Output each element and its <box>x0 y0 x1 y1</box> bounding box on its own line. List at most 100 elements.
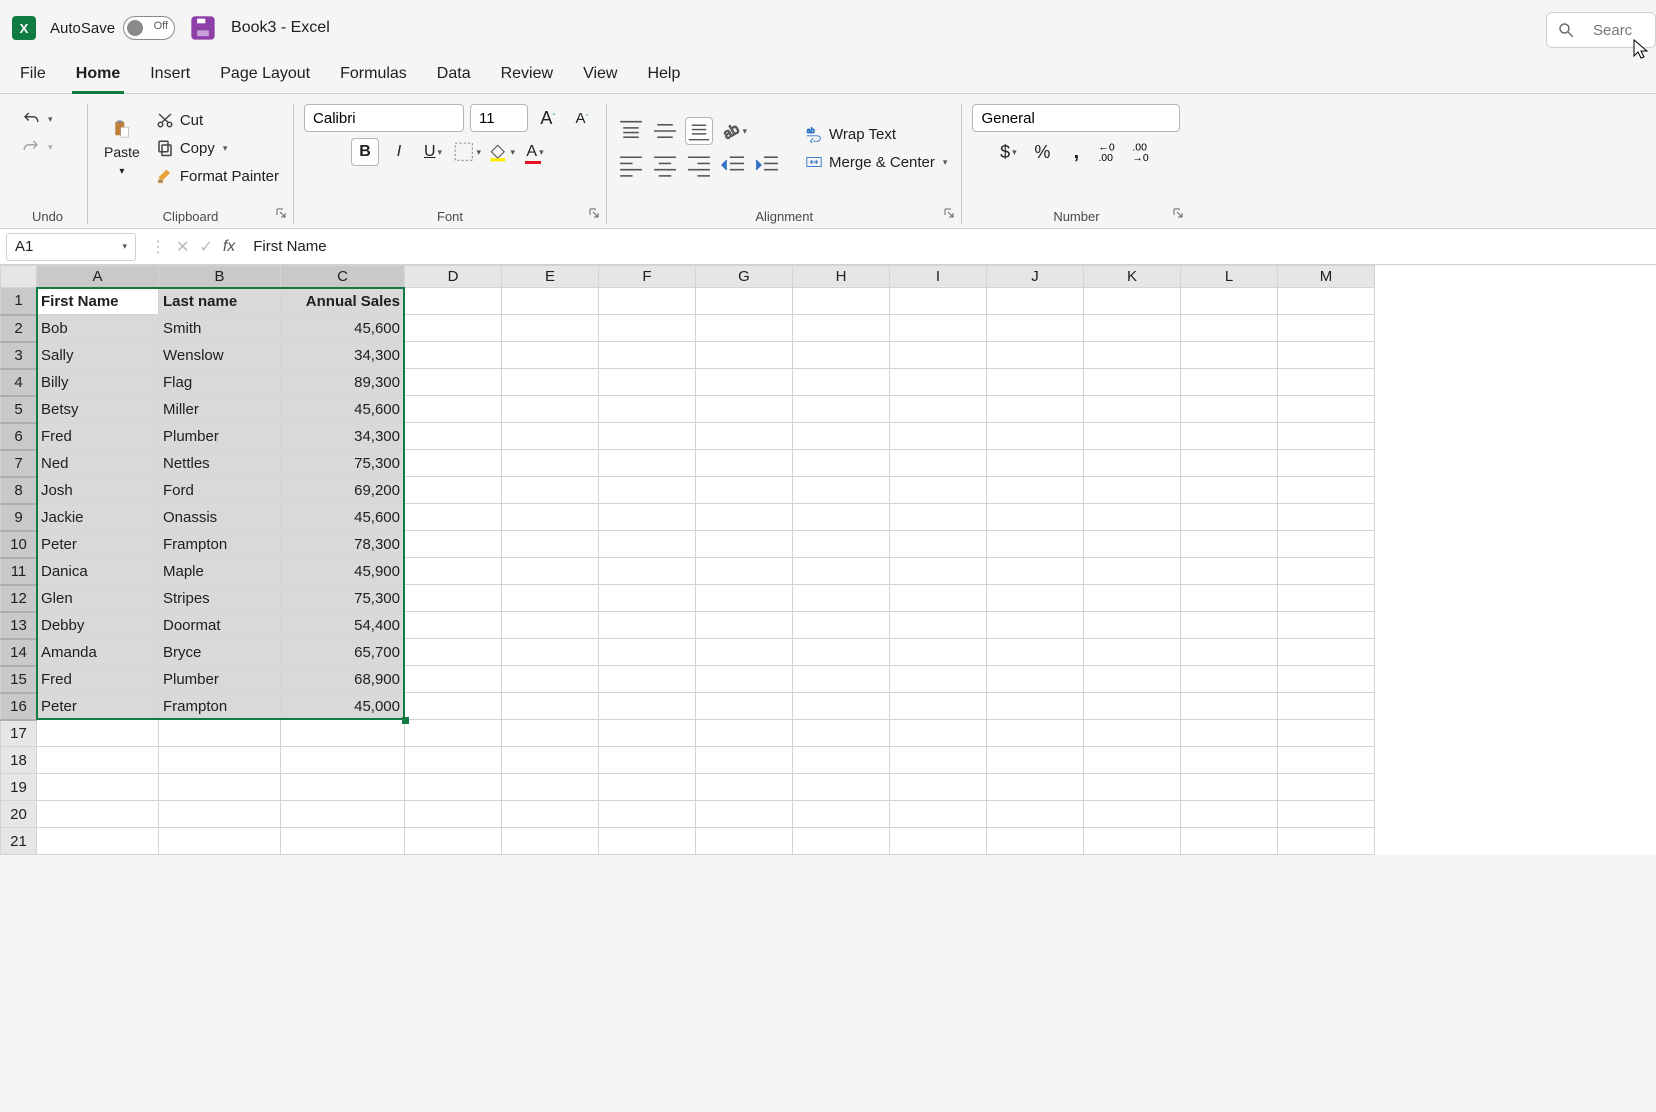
cell-E20[interactable] <box>502 801 599 828</box>
col-header-M[interactable]: M <box>1278 266 1375 288</box>
cell-E17[interactable] <box>502 720 599 747</box>
cell-M1[interactable] <box>1278 288 1375 315</box>
cell-J14[interactable] <box>987 639 1084 666</box>
cell-D3[interactable] <box>405 342 502 369</box>
cell-A2[interactable]: Bob <box>37 315 159 342</box>
align-middle-button[interactable] <box>651 117 679 145</box>
cell-M17[interactable] <box>1278 720 1375 747</box>
cell-J19[interactable] <box>987 774 1084 801</box>
cell-J2[interactable] <box>987 315 1084 342</box>
cell-L5[interactable] <box>1181 396 1278 423</box>
cell-F9[interactable] <box>599 504 696 531</box>
tab-insert[interactable]: Insert <box>146 61 194 93</box>
cell-C1[interactable]: Annual Sales <box>281 288 405 315</box>
cell-B9[interactable]: Onassis <box>159 504 281 531</box>
cell-D11[interactable] <box>405 558 502 585</box>
cell-J4[interactable] <box>987 369 1084 396</box>
cell-A12[interactable]: Glen <box>37 585 159 612</box>
cell-I6[interactable] <box>890 423 987 450</box>
cell-A14[interactable]: Amanda <box>37 639 159 666</box>
cell-A4[interactable]: Billy <box>37 369 159 396</box>
cell-J5[interactable] <box>987 396 1084 423</box>
col-header-E[interactable]: E <box>502 266 599 288</box>
row-header-16[interactable]: 16 <box>1 693 37 720</box>
cell-A20[interactable] <box>37 801 159 828</box>
enter-formula-icon[interactable]: ✓ <box>199 237 212 257</box>
tab-review[interactable]: Review <box>497 61 557 93</box>
cell-L10[interactable] <box>1181 531 1278 558</box>
cell-E11[interactable] <box>502 558 599 585</box>
row-header-21[interactable]: 21 <box>1 828 37 855</box>
cell-G10[interactable] <box>696 531 793 558</box>
formula-input[interactable]: First Name <box>243 238 1656 255</box>
cell-G20[interactable] <box>696 801 793 828</box>
row-header-18[interactable]: 18 <box>1 747 37 774</box>
row-header-2[interactable]: 2 <box>1 315 37 342</box>
cell-G7[interactable] <box>696 450 793 477</box>
col-header-D[interactable]: D <box>405 266 502 288</box>
cell-K17[interactable] <box>1084 720 1181 747</box>
cell-K7[interactable] <box>1084 450 1181 477</box>
cell-F12[interactable] <box>599 585 696 612</box>
cell-D15[interactable] <box>405 666 502 693</box>
cell-K4[interactable] <box>1084 369 1181 396</box>
cell-B17[interactable] <box>159 720 281 747</box>
cell-L15[interactable] <box>1181 666 1278 693</box>
cell-K15[interactable] <box>1084 666 1181 693</box>
cell-G6[interactable] <box>696 423 793 450</box>
cell-M13[interactable] <box>1278 612 1375 639</box>
tab-file[interactable]: File <box>16 61 50 93</box>
cell-B18[interactable] <box>159 747 281 774</box>
cell-D12[interactable] <box>405 585 502 612</box>
cell-F3[interactable] <box>599 342 696 369</box>
cell-I15[interactable] <box>890 666 987 693</box>
cell-L18[interactable] <box>1181 747 1278 774</box>
cell-L7[interactable] <box>1181 450 1278 477</box>
cell-A16[interactable]: Peter <box>37 693 159 720</box>
cell-B20[interactable] <box>159 801 281 828</box>
cell-A9[interactable]: Jackie <box>37 504 159 531</box>
cell-C16[interactable]: 45,000 <box>281 693 405 720</box>
cell-M21[interactable] <box>1278 828 1375 855</box>
row-header-8[interactable]: 8 <box>1 477 37 504</box>
cell-I4[interactable] <box>890 369 987 396</box>
row-header-6[interactable]: 6 <box>1 423 37 450</box>
cell-F2[interactable] <box>599 315 696 342</box>
cell-M9[interactable] <box>1278 504 1375 531</box>
col-header-J[interactable]: J <box>987 266 1084 288</box>
cell-H18[interactable] <box>793 747 890 774</box>
cell-K20[interactable] <box>1084 801 1181 828</box>
cell-A17[interactable] <box>37 720 159 747</box>
cell-H1[interactable] <box>793 288 890 315</box>
number-format-select[interactable] <box>972 104 1180 132</box>
cell-J17[interactable] <box>987 720 1084 747</box>
row-header-12[interactable]: 12 <box>1 585 37 612</box>
cell-J10[interactable] <box>987 531 1084 558</box>
cell-I2[interactable] <box>890 315 987 342</box>
select-all-corner[interactable] <box>1 266 37 288</box>
cell-C20[interactable] <box>281 801 405 828</box>
cell-J13[interactable] <box>987 612 1084 639</box>
tab-home[interactable]: Home <box>72 61 124 93</box>
row-header-7[interactable]: 7 <box>1 450 37 477</box>
cell-K13[interactable] <box>1084 612 1181 639</box>
cell-K1[interactable] <box>1084 288 1181 315</box>
cell-F17[interactable] <box>599 720 696 747</box>
tab-page-layout[interactable]: Page Layout <box>216 61 314 93</box>
orientation-button[interactable]: ab▾ <box>719 117 747 145</box>
cell-H6[interactable] <box>793 423 890 450</box>
cell-H9[interactable] <box>793 504 890 531</box>
cell-F4[interactable] <box>599 369 696 396</box>
autosave-toggle[interactable]: AutoSave Off <box>50 16 175 40</box>
cell-M14[interactable] <box>1278 639 1375 666</box>
cell-B12[interactable]: Stripes <box>159 585 281 612</box>
cell-K16[interactable] <box>1084 693 1181 720</box>
cell-C2[interactable]: 45,600 <box>281 315 405 342</box>
cell-B16[interactable]: Frampton <box>159 693 281 720</box>
cell-I14[interactable] <box>890 639 987 666</box>
cell-J8[interactable] <box>987 477 1084 504</box>
align-bottom-button[interactable] <box>685 117 713 145</box>
row-header-1[interactable]: 1 <box>1 288 37 315</box>
cell-D8[interactable] <box>405 477 502 504</box>
cell-G1[interactable] <box>696 288 793 315</box>
